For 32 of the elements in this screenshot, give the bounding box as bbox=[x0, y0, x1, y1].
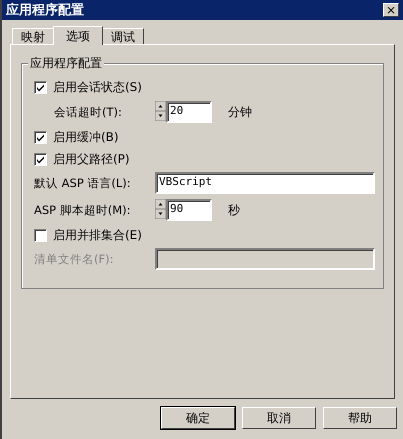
field-label: 会话超时(T): bbox=[53, 104, 123, 120]
unit-label: 分钟 bbox=[228, 104, 252, 120]
check-icon bbox=[36, 154, 45, 164]
checkbox[interactable] bbox=[34, 80, 47, 94]
checkbox-label: 启用并排集合(E) bbox=[53, 226, 142, 244]
checkbox[interactable] bbox=[34, 130, 47, 144]
field-label: 清单文件名(F): bbox=[34, 252, 114, 266]
text-field[interactable]: VBScript bbox=[155, 172, 375, 194]
number-field[interactable]: 20 bbox=[166, 101, 212, 123]
checkbox-label: 启用缓冲(B) bbox=[53, 128, 119, 146]
tab[interactable]: 映射 bbox=[12, 28, 54, 44]
spin-buttons[interactable] bbox=[155, 101, 166, 123]
spin-buttons[interactable] bbox=[155, 199, 166, 221]
dialog-button[interactable]: 取消 bbox=[242, 407, 316, 429]
checkbox-label: 启用会话状态(S) bbox=[53, 78, 142, 96]
checkbox[interactable] bbox=[34, 228, 47, 242]
number-field[interactable]: 90 bbox=[166, 199, 212, 221]
field-label: ASP 脚本超时(M): bbox=[34, 202, 132, 218]
close-button[interactable]: × bbox=[383, 3, 399, 17]
check-icon bbox=[36, 82, 45, 92]
unit-label: 秒 bbox=[228, 202, 240, 218]
group-title: 应用程序配置 bbox=[28, 55, 104, 72]
window-title: 应用程序配置 bbox=[6, 2, 84, 19]
dialog-button[interactable]: 帮助 bbox=[323, 407, 397, 429]
checkbox[interactable] bbox=[34, 152, 47, 166]
check-icon bbox=[36, 132, 45, 142]
field-label: 默认 ASP 语言(L): bbox=[34, 176, 132, 190]
text-field[interactable] bbox=[155, 248, 375, 270]
dialog-button[interactable]: 确定 bbox=[161, 407, 235, 429]
tab[interactable]: 选项 bbox=[53, 26, 103, 45]
tab[interactable]: 调试 bbox=[102, 28, 144, 44]
checkbox-label: 启用父路径(P) bbox=[53, 150, 130, 168]
